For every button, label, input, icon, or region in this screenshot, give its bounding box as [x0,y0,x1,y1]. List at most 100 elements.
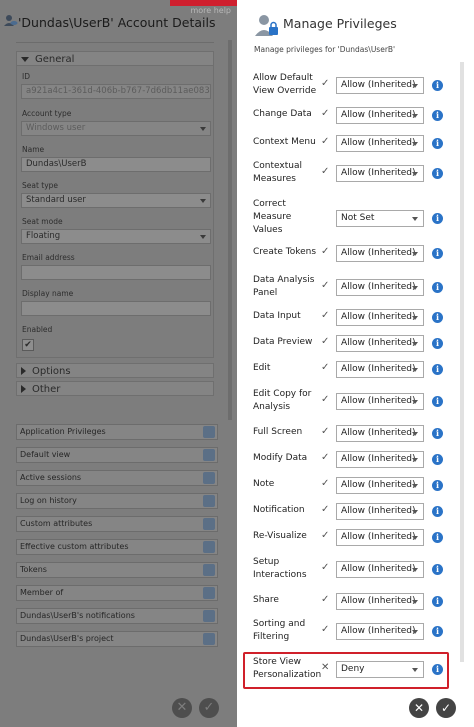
open-icon [203,564,215,576]
privilege-label: Context Menu [253,137,316,147]
check-icon: ✓ [321,624,330,635]
info-icon[interactable]: i [432,564,443,575]
privilege-select[interactable]: Allow (Inherited) [336,623,424,640]
info-icon[interactable]: i [432,168,443,179]
open-icon [203,426,215,438]
other-section-header[interactable]: Other [16,381,214,396]
privilege-select[interactable]: Allow (Inherited) [336,502,424,520]
check-icon: ✓ [321,280,330,291]
info-icon[interactable]: i [432,247,443,259]
left-item-effective-custom-attributes[interactable]: Effective custom attributes [16,539,218,555]
left-item-member-of[interactable]: Member of [16,585,218,601]
chevron-down-icon [412,251,418,256]
privilege-select[interactable]: Not Set [336,209,424,227]
privilege-label: Modify Data [253,453,308,463]
options-section-header[interactable]: Options [16,363,214,378]
info-icon[interactable]: i [432,531,443,543]
chevron-down-icon [412,599,418,604]
privilege-select[interactable]: Allow (Inherited) [336,592,424,610]
chevron-down-icon [412,568,418,572]
info-icon[interactable]: i [432,479,443,491]
seat-mode-select[interactable]: Floating [21,229,211,244]
privilege-label: Correct Measure Values [253,199,292,235]
info-icon[interactable]: i [432,137,443,149]
general-section-header[interactable]: General [16,51,214,66]
field-label-seat-mode: Seat mode [22,217,63,226]
privilege-select[interactable]: Allow (Inherited) [336,106,424,124]
privilege-select[interactable]: Allow (Inherited) [336,393,424,410]
field-label-account-type: Account type [22,109,72,118]
chevron-down-icon [200,127,206,131]
seat-type-select[interactable]: Standard user [21,193,211,208]
info-icon[interactable]: i [432,595,443,607]
privilege-select[interactable]: Allow (Inherited) [336,360,424,378]
left-scrollbar[interactable] [228,40,232,420]
privilege-select[interactable]: Allow (Inherited) [336,308,424,326]
left-item-default-view[interactable]: Default view [16,447,218,463]
left-item-project[interactable]: Dundas\UserB's project [16,631,218,647]
privilege-label: Contextual Measures [253,161,302,184]
left-ok-button[interactable]: ✓ [199,698,219,718]
email-field[interactable] [21,265,211,280]
right-scrollbar[interactable] [460,62,464,662]
privilege-select[interactable]: Allow (Inherited) [336,244,424,262]
left-cancel-button[interactable]: ✕ [172,698,192,718]
check-icon: ✓ [321,107,330,119]
left-item-active-sessions[interactable]: Active sessions [16,470,218,486]
privilege-select[interactable]: Allow (Inherited) [336,528,424,546]
enabled-checkbox[interactable]: ✔ [22,339,34,351]
privilege-label: Change Data [253,109,312,119]
manage-privileges-panel: Manage Privileges Manage privileges for … [237,0,474,727]
user-lock-icon [255,15,278,36]
privilege-select[interactable]: Allow (Inherited) [336,561,424,578]
ok-button[interactable]: ✓ [436,698,456,718]
info-icon[interactable]: i [432,396,443,407]
chevron-down-icon [412,431,418,436]
privilege-label: Edit [253,363,271,373]
info-icon[interactable]: i [432,453,443,465]
chevron-down-icon [412,113,418,118]
info-icon[interactable]: i [432,505,443,517]
name-field[interactable]: Dundas\UserB [21,157,211,172]
privilege-select[interactable]: Allow (Inherited) [336,334,424,352]
info-icon[interactable]: i [432,80,443,91]
info-icon[interactable]: i [432,212,443,224]
display-name-field[interactable] [21,301,211,316]
left-item-custom-attributes[interactable]: Custom attributes [16,516,218,532]
left-item-tokens[interactable]: Tokens [16,562,218,578]
privilege-label: Notification [253,505,305,515]
info-icon[interactable]: i [432,363,443,375]
left-item-application-privileges[interactable]: Application Privileges [16,424,218,440]
field-label-email: Email address [22,253,75,262]
privilege-select[interactable]: Allow (Inherited) [336,279,424,296]
chevron-down-icon [412,483,418,488]
left-item-log-on-history[interactable]: Log on history [16,493,218,509]
info-icon[interactable]: i [432,311,443,323]
info-icon[interactable]: i [432,109,443,121]
privilege-select[interactable]: Allow (Inherited) [336,476,424,494]
cancel-button[interactable]: ✕ [409,698,429,718]
info-icon[interactable]: i [432,626,443,637]
left-item-notifications[interactable]: Dundas\UserB's notifications [16,608,218,624]
info-icon[interactable]: i [432,337,443,349]
privilege-select[interactable]: Allow (Inherited) [336,134,424,152]
privilege-select[interactable]: Allow (Inherited) [336,450,424,468]
check-icon: ✓ [321,503,330,515]
privilege-label: Edit Copy for Analysis [253,389,312,412]
info-icon[interactable]: i [432,427,443,439]
id-field: a921a4c1-361d-406b-b767-7d6db11ae083 [21,84,211,99]
field-label-seat-type: Seat type [22,181,59,190]
chevron-down-icon [412,509,418,514]
field-label-enabled: Enabled [22,325,53,334]
privilege-select[interactable]: Allow (Inherited) [336,424,424,442]
more-help-link[interactable]: more help [190,6,231,15]
privilege-select[interactable]: Allow (Inherited) [336,77,424,94]
check-icon: ✓ [321,562,330,573]
privilege-label: Re-Visualize [253,531,307,541]
chevron-down-icon [200,235,206,239]
chevron-down-icon [200,199,206,203]
privilege-select[interactable]: Allow (Inherited) [336,165,424,182]
check-icon: ✓ [321,78,330,89]
info-icon[interactable]: i [432,282,443,293]
chevron-down-icon [412,315,418,320]
